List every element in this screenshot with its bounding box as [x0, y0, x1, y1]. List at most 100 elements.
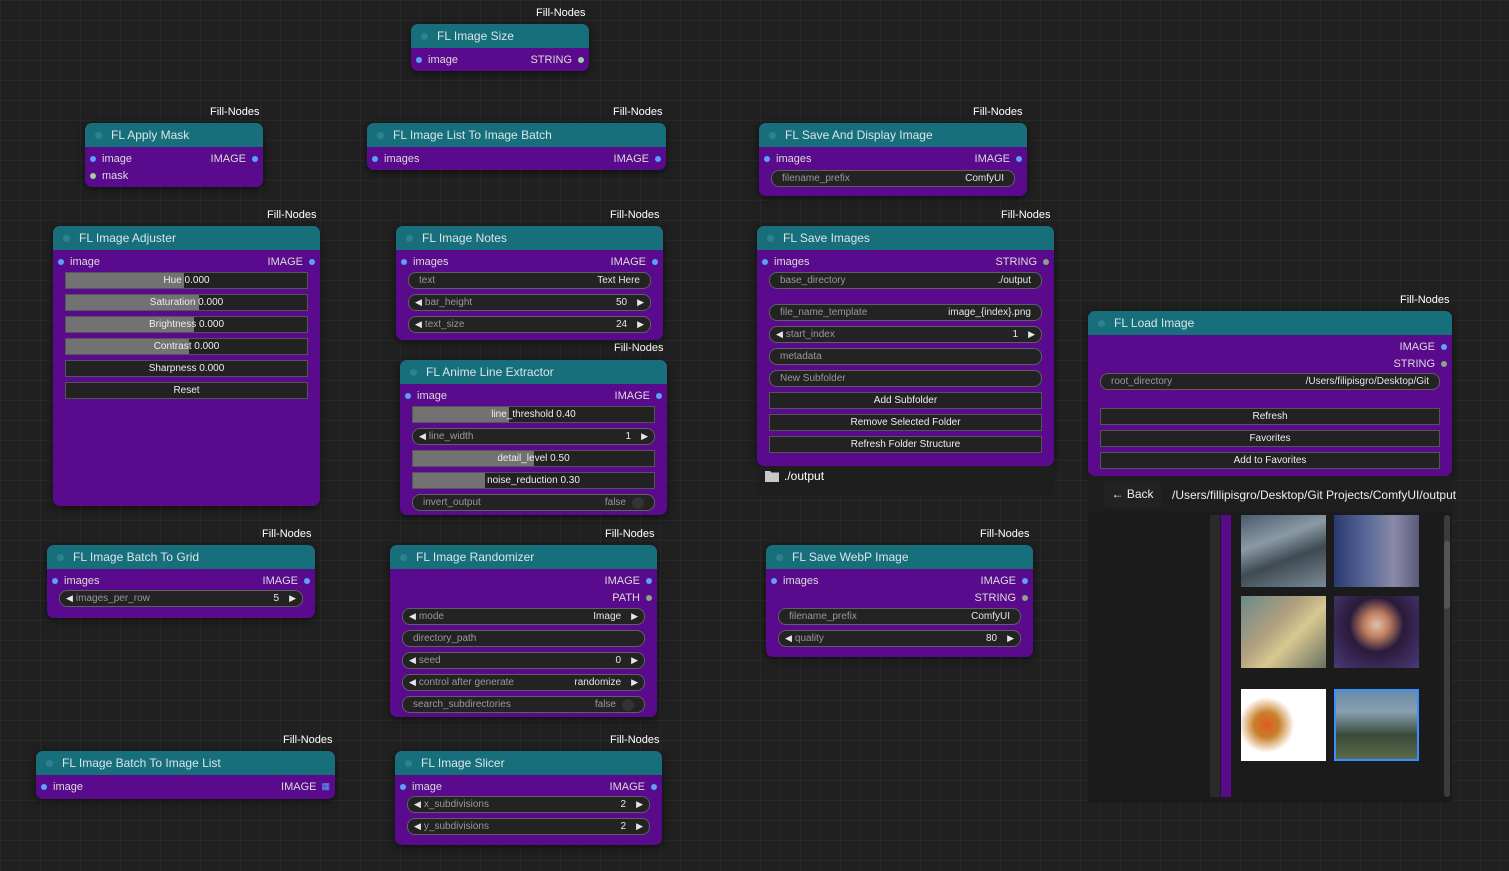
decrement-arrow-icon[interactable]: ◀	[419, 431, 426, 442]
decrement-arrow-icon[interactable]: ◀	[409, 611, 416, 622]
line-threshold-slider[interactable]: line_threshold 0.40	[412, 406, 655, 423]
refresh-folder-structure-button[interactable]: Refresh Folder Structure	[769, 436, 1042, 453]
start-index-stepper[interactable]: ◀ start_index 1 ▶	[769, 326, 1042, 343]
x-subdivisions-stepper[interactable]: ◀ x_subdivisions 2 ▶	[407, 796, 650, 813]
input-slot-images[interactable]: images	[372, 150, 419, 167]
decrement-arrow-icon[interactable]: ◀	[776, 329, 783, 340]
increment-arrow-icon[interactable]: ▶	[289, 593, 296, 604]
line-width-stepper[interactable]: ◀ line_width 1 ▶	[412, 428, 655, 445]
input-slot-images[interactable]: images	[52, 572, 99, 589]
decrement-arrow-icon[interactable]: ◀	[415, 319, 422, 330]
base-directory-field[interactable]: base_directory ./output	[769, 272, 1042, 289]
input-slot-images[interactable]: images	[762, 253, 809, 270]
output-slot-path[interactable]: PATH	[612, 589, 652, 606]
increment-arrow-icon[interactable]: ▶	[631, 611, 638, 622]
output-slot-image[interactable]: IMAGE	[614, 150, 661, 167]
output-slot-string[interactable]: STRING	[530, 51, 584, 68]
node-save-images[interactable]: FL Save Images images STRING base_direct…	[757, 226, 1054, 466]
output-slot-image-list[interactable]: IMAGE ▦	[281, 778, 330, 795]
output-slot-image[interactable]: IMAGE	[610, 778, 657, 795]
node-title[interactable]: FL Image Adjuster	[53, 226, 320, 250]
node-image-adjuster[interactable]: FL Image Adjuster image IMAGE Hue 0.000 …	[53, 226, 320, 506]
input-slot-images[interactable]: images	[764, 150, 811, 167]
collapse-dot-icon[interactable]	[63, 234, 70, 242]
directory-path-field[interactable]: directory_path	[402, 630, 645, 647]
node-save-webp[interactable]: FL Save WebP Image images IMAGE STRING f…	[766, 545, 1033, 657]
input-slot-image[interactable]: image	[41, 778, 83, 795]
invert-output-toggle[interactable]: invert_output false	[412, 494, 655, 511]
node-apply-mask[interactable]: FL Apply Mask image IMAGE mask	[85, 123, 263, 187]
filename-prefix-field[interactable]: filename_prefix ComfyUI	[771, 170, 1015, 187]
brightness-slider[interactable]: Brightness 0.000	[65, 316, 308, 333]
seed-stepper[interactable]: ◀ seed 0 ▶	[402, 652, 645, 669]
remove-selected-folder-button[interactable]: Remove Selected Folder	[769, 414, 1042, 431]
collapse-dot-icon[interactable]	[46, 759, 53, 767]
control-after-generate-select[interactable]: ◀ control after generate randomize ▶	[402, 674, 645, 691]
node-title[interactable]: FL Image Randomizer	[390, 545, 657, 569]
node-load-image[interactable]: FL Load Image IMAGE STRING root_director…	[1088, 311, 1452, 476]
thumbnail-image[interactable]	[1334, 596, 1419, 668]
node-batch-to-list[interactable]: FL Image Batch To Image List image IMAGE…	[36, 751, 335, 799]
hue-slider[interactable]: Hue 0.000	[65, 272, 308, 289]
mode-select[interactable]: ◀ mode Image ▶	[402, 608, 645, 625]
thumbnail-image[interactable]	[1241, 689, 1326, 761]
output-slot-image[interactable]: IMAGE	[615, 387, 662, 404]
folder-item[interactable]: ./output	[765, 469, 824, 483]
input-slot-image[interactable]: image	[416, 51, 458, 68]
collapse-dot-icon[interactable]	[776, 553, 783, 561]
input-slot-image[interactable]: image	[58, 253, 100, 270]
decrement-arrow-icon[interactable]: ◀	[66, 593, 73, 604]
increment-arrow-icon[interactable]: ▶	[1007, 633, 1014, 644]
node-anime-line-extractor[interactable]: FL Anime Line Extractor image IMAGE line…	[400, 360, 667, 515]
decrement-arrow-icon[interactable]: ◀	[785, 633, 792, 644]
output-slot-string[interactable]: STRING	[1393, 355, 1447, 372]
node-title[interactable]: FL Image List To Image Batch	[367, 123, 666, 147]
thumbnail-image[interactable]	[1334, 515, 1419, 587]
node-title[interactable]: FL Image Batch To Image List	[36, 751, 335, 775]
increment-arrow-icon[interactable]: ▶	[637, 297, 644, 308]
input-slot-mask[interactable]: mask	[90, 167, 128, 184]
text-field[interactable]: text Text Here	[408, 272, 651, 289]
node-image-size[interactable]: FL Image Size image STRING	[411, 24, 589, 71]
collapse-dot-icon[interactable]	[400, 553, 407, 561]
node-list-to-batch[interactable]: FL Image List To Image Batch images IMAG…	[367, 123, 666, 170]
reset-button[interactable]: Reset	[65, 382, 308, 399]
output-slot-string[interactable]: STRING	[974, 589, 1028, 606]
gallery-scroll-thumb[interactable]	[1444, 541, 1450, 609]
output-slot-image[interactable]: IMAGE	[1400, 338, 1447, 355]
input-slot-images[interactable]: images	[401, 253, 448, 270]
collapse-dot-icon[interactable]	[406, 234, 413, 242]
input-slot-image[interactable]: image	[405, 387, 447, 404]
text-size-stepper[interactable]: ◀ text_size 24 ▶	[408, 316, 651, 333]
node-image-slicer[interactable]: FL Image Slicer image IMAGE ◀ x_subdivisi…	[395, 751, 662, 845]
bar-height-stepper[interactable]: ◀ bar_height 50 ▶	[408, 294, 651, 311]
node-image-randomizer[interactable]: FL Image Randomizer IMAGE PATH ◀ mode Imag…	[390, 545, 657, 717]
output-slot-image[interactable]: IMAGE	[268, 253, 315, 270]
increment-arrow-icon[interactable]: ▶	[631, 677, 638, 688]
noise-reduction-slider[interactable]: noise_reduction 0.30	[412, 472, 655, 489]
thumbnail-image-selected[interactable]	[1334, 689, 1419, 761]
decrement-arrow-icon[interactable]: ◀	[409, 655, 416, 666]
add-to-favorites-button[interactable]: Add to Favorites	[1100, 452, 1440, 469]
node-title[interactable]: FL Save And Display Image	[759, 123, 1027, 147]
decrement-arrow-icon[interactable]: ◀	[414, 821, 421, 832]
collapse-dot-icon[interactable]	[57, 553, 64, 561]
images-per-row-stepper[interactable]: ◀ images_per_row 5 ▶	[59, 590, 303, 607]
increment-arrow-icon[interactable]: ▶	[641, 431, 648, 442]
increment-arrow-icon[interactable]: ▶	[636, 821, 643, 832]
favorites-button[interactable]: Favorites	[1100, 430, 1440, 447]
output-slot-image[interactable]: IMAGE	[975, 150, 1022, 167]
output-slot-image[interactable]: IMAGE	[981, 572, 1028, 589]
node-title[interactable]: FL Anime Line Extractor	[400, 360, 667, 384]
back-button[interactable]: ← Back	[1104, 481, 1161, 507]
node-title[interactable]: FL Load Image	[1088, 311, 1452, 335]
collapse-dot-icon[interactable]	[767, 234, 774, 242]
search-subdirectories-toggle[interactable]: search_subdirectories false	[402, 696, 645, 713]
collapse-dot-icon[interactable]	[421, 32, 428, 40]
node-title[interactable]: FL Image Batch To Grid	[47, 545, 315, 569]
node-save-display[interactable]: FL Save And Display Image images IMAGE f…	[759, 123, 1027, 196]
node-title[interactable]: FL Image Notes	[396, 226, 663, 250]
node-image-notes[interactable]: FL Image Notes images IMAGE text Text Her…	[396, 226, 663, 340]
node-title[interactable]: FL Save Images	[757, 226, 1054, 250]
node-title[interactable]: FL Apply Mask	[85, 123, 263, 147]
